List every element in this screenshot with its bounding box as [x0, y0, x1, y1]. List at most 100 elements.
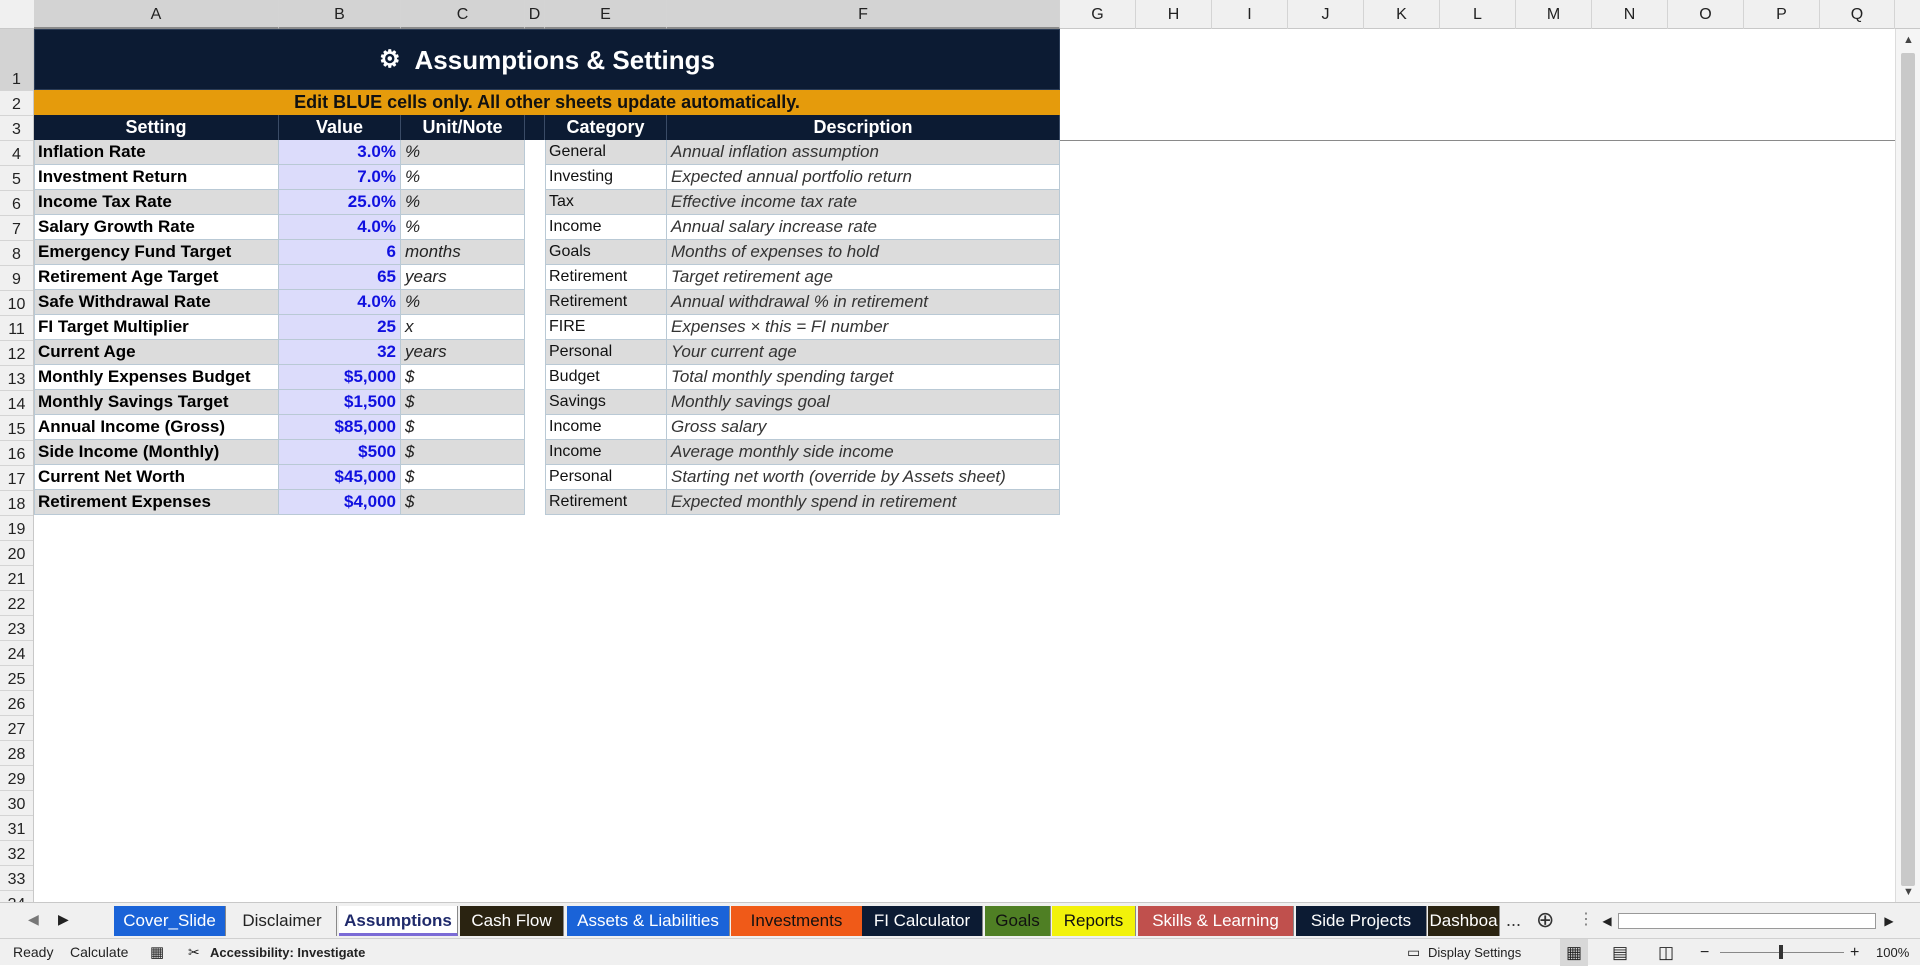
sheet-tab-cash-flow[interactable]: Cash Flow — [460, 906, 564, 936]
scroll-right-arrow-icon[interactable]: ▶ — [1880, 911, 1898, 931]
sheet-tab-fi-calculator[interactable]: FI Calculator — [862, 906, 983, 936]
setting-label[interactable]: Income Tax Rate — [34, 190, 279, 215]
setting-label[interactable]: Current Age — [34, 340, 279, 365]
sheet-tab-skills-learning[interactable]: Skills & Learning — [1138, 906, 1294, 936]
column-header-f[interactable]: F — [667, 0, 1060, 29]
setting-unit[interactable]: months — [401, 240, 525, 265]
sheet-tab-investments[interactable]: Investments — [731, 906, 863, 936]
row-header-4[interactable]: 4 — [0, 141, 33, 166]
column-header-l[interactable]: L — [1440, 0, 1516, 29]
row-header-34[interactable]: 34 — [0, 891, 33, 902]
accessibility-icon[interactable]: ✂ — [188, 939, 200, 966]
column-header-a[interactable]: A — [34, 0, 279, 29]
setting-description[interactable]: Target retirement age — [667, 265, 1060, 290]
column-header-g[interactable]: G — [1060, 0, 1136, 29]
setting-value[interactable]: 32 — [279, 340, 401, 365]
setting-label[interactable]: Current Net Worth — [34, 465, 279, 490]
sheet-tab-dashboa[interactable]: Dashboa — [1428, 906, 1500, 936]
setting-value[interactable]: 3.0% — [279, 140, 401, 165]
setting-description[interactable]: Total monthly spending target — [667, 365, 1060, 390]
header-value[interactable]: Value — [279, 115, 401, 140]
header-description[interactable]: Description — [667, 115, 1060, 140]
setting-category[interactable]: General — [545, 140, 667, 165]
setting-category[interactable]: FIRE — [545, 315, 667, 340]
setting-description[interactable]: Expected monthly spend in retirement — [667, 490, 1060, 515]
setting-unit[interactable]: % — [401, 140, 525, 165]
tab-prev-icon[interactable]: ◀ — [28, 911, 39, 928]
setting-label[interactable]: FI Target Multiplier — [34, 315, 279, 340]
setting-description[interactable]: Expenses × this = FI number — [667, 315, 1060, 340]
setting-label[interactable]: Side Income (Monthly) — [34, 440, 279, 465]
setting-category[interactable]: Investing — [545, 165, 667, 190]
accessibility-status[interactable]: Accessibility: Investigate — [210, 939, 365, 966]
row-header-19[interactable]: 19 — [0, 516, 33, 541]
setting-label[interactable]: Emergency Fund Target — [34, 240, 279, 265]
header-category[interactable]: Category — [545, 115, 667, 140]
setting-description[interactable]: Months of expenses to hold — [667, 240, 1060, 265]
setting-unit[interactable]: % — [401, 190, 525, 215]
row-header-16[interactable]: 16 — [0, 441, 33, 466]
setting-unit[interactable]: years — [401, 340, 525, 365]
row-header-21[interactable]: 21 — [0, 566, 33, 591]
row-header-20[interactable]: 20 — [0, 541, 33, 566]
setting-category[interactable]: Budget — [545, 365, 667, 390]
setting-description[interactable]: Annual inflation assumption — [667, 140, 1060, 165]
scroll-left-arrow-icon[interactable]: ◀ — [1598, 911, 1616, 931]
setting-category[interactable]: Personal — [545, 465, 667, 490]
setting-unit[interactable]: $ — [401, 490, 525, 515]
setting-label[interactable]: Monthly Expenses Budget — [34, 365, 279, 390]
row-header-5[interactable]: 5 — [0, 166, 33, 191]
setting-description[interactable]: Monthly savings goal — [667, 390, 1060, 415]
column-header-b[interactable]: B — [279, 0, 401, 29]
column-header-q[interactable]: Q — [1820, 0, 1895, 29]
setting-unit[interactable]: x — [401, 315, 525, 340]
row-header-15[interactable]: 15 — [0, 416, 33, 441]
setting-unit[interactable]: years — [401, 265, 525, 290]
setting-description[interactable]: Starting net worth (override by Assets s… — [667, 465, 1060, 490]
setting-label[interactable]: Retirement Age Target — [34, 265, 279, 290]
row-header-22[interactable]: 22 — [0, 591, 33, 616]
column-header-p[interactable]: P — [1744, 0, 1820, 29]
column-header-h[interactable]: H — [1136, 0, 1212, 29]
setting-category[interactable]: Tax — [545, 190, 667, 215]
horizontal-scrollbar[interactable]: ◀ ▶ — [1598, 911, 1898, 931]
sheet-tab-assumptions[interactable]: Assumptions — [339, 906, 458, 936]
row-header-32[interactable]: 32 — [0, 841, 33, 866]
sheet-tab-cover-slide[interactable]: Cover_Slide — [114, 906, 226, 936]
setting-description[interactable]: Average monthly side income — [667, 440, 1060, 465]
column-header-m[interactable]: M — [1516, 0, 1592, 29]
column-header-j[interactable]: J — [1288, 0, 1364, 29]
row-header-6[interactable]: 6 — [0, 191, 33, 216]
setting-unit[interactable]: $ — [401, 415, 525, 440]
sheet-tab-goals[interactable]: Goals — [985, 906, 1051, 936]
setting-unit[interactable]: $ — [401, 465, 525, 490]
setting-category[interactable]: Retirement — [545, 265, 667, 290]
setting-unit[interactable]: % — [401, 165, 525, 190]
row-header-25[interactable]: 25 — [0, 666, 33, 691]
tab-overflow[interactable]: ... — [1506, 905, 1521, 935]
setting-label[interactable]: Annual Income (Gross) — [34, 415, 279, 440]
setting-value[interactable]: 4.0% — [279, 290, 401, 315]
setting-unit[interactable]: % — [401, 290, 525, 315]
sheet-title-banner[interactable]: ⚙ Assumptions & Settings — [34, 29, 1060, 90]
vertical-scrollbar[interactable]: ▲ ▼ — [1895, 29, 1920, 902]
column-header-d[interactable]: D — [525, 0, 545, 29]
row-header-1[interactable]: 1 — [0, 29, 33, 91]
zoom-slider-handle[interactable] — [1779, 945, 1783, 959]
display-settings-button[interactable]: Display Settings — [1428, 939, 1521, 966]
setting-value[interactable]: $5,000 — [279, 365, 401, 390]
setting-label[interactable]: Inflation Rate — [34, 140, 279, 165]
setting-category[interactable]: Retirement — [545, 290, 667, 315]
setting-category[interactable]: Savings — [545, 390, 667, 415]
setting-value[interactable]: 25.0% — [279, 190, 401, 215]
setting-category[interactable]: Personal — [545, 340, 667, 365]
setting-label[interactable]: Salary Growth Rate — [34, 215, 279, 240]
sheet-tab-side-projects[interactable]: Side Projects — [1296, 906, 1427, 936]
setting-label[interactable]: Monthly Savings Target — [34, 390, 279, 415]
row-header-3[interactable]: 3 — [0, 116, 33, 141]
row-header-12[interactable]: 12 — [0, 341, 33, 366]
setting-category[interactable]: Retirement — [545, 490, 667, 515]
setting-description[interactable]: Annual withdrawal % in retirement — [667, 290, 1060, 315]
row-header-8[interactable]: 8 — [0, 241, 33, 266]
setting-value[interactable]: $4,000 — [279, 490, 401, 515]
